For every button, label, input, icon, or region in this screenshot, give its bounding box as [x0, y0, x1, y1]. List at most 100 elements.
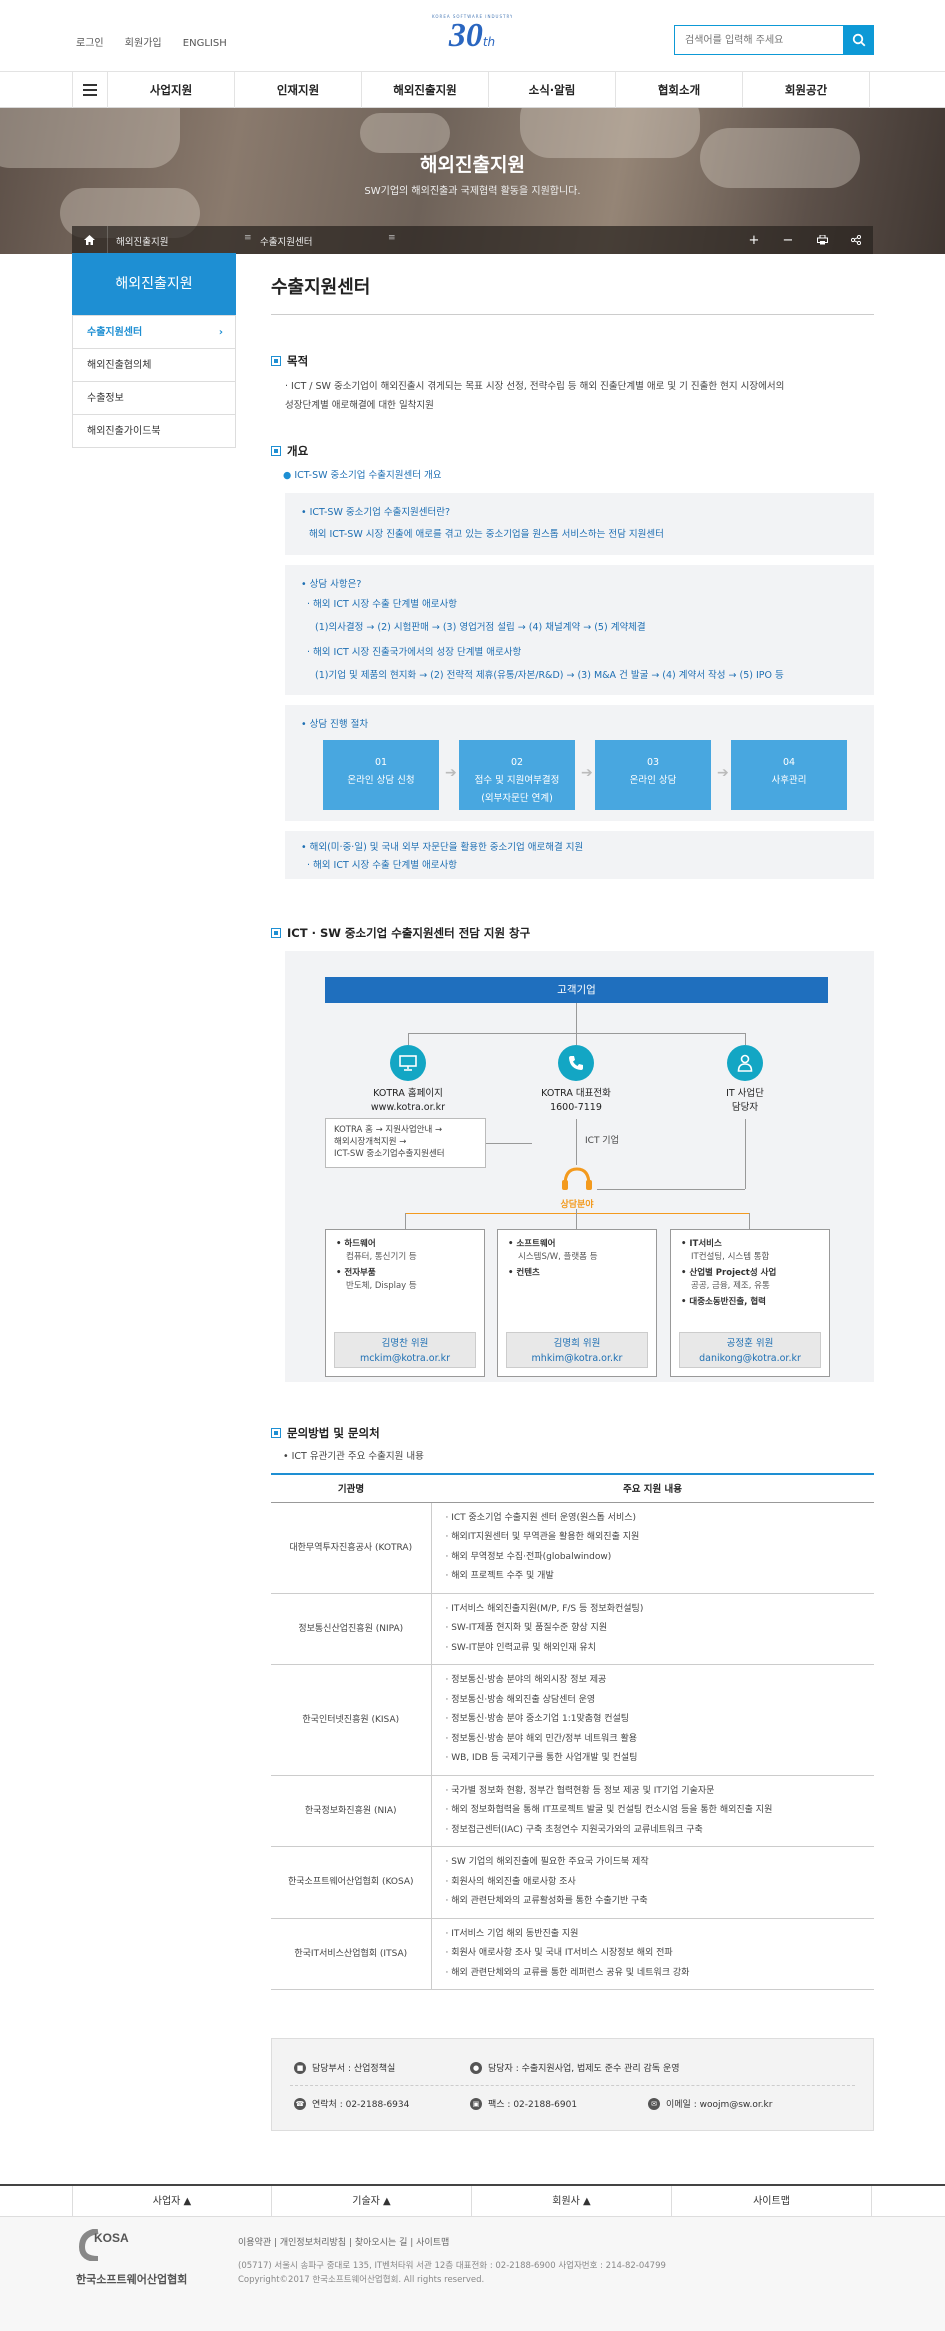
- overview-item-1-detail: (1)의사결정 → (2) 시험판매 → (3) 영업거점 설립 → (4) 채…: [315, 622, 646, 633]
- footer-nav-tech[interactable]: 기술자 ▲: [272, 2186, 472, 2217]
- menu-button[interactable]: [72, 72, 108, 108]
- join-link[interactable]: 회원가입: [125, 38, 162, 49]
- bullet-icon: ●: [283, 470, 295, 481]
- org-name-cell: 한국인터넷진흥원 (KISA): [271, 1664, 432, 1776]
- nav-item-members[interactable]: 회원공간: [743, 72, 870, 108]
- path-line-3: ICT-SW 중소기업수출지원센터: [334, 1149, 445, 1159]
- step-label: 접수 및 지원여부결정: [474, 775, 560, 786]
- home-icon: [84, 235, 95, 245]
- search-box: [674, 25, 874, 55]
- main-content: 수출지원센터 목적 · ICT / SW 중소기업이 해외진출시 겪게되는 목표…: [271, 253, 874, 2131]
- footer-org-name: 한국소프트웨어산업협회: [76, 2273, 188, 2286]
- share-icon[interactable]: [839, 226, 873, 254]
- purpose-line-2: 성장단계별 애로해결에 대한 일착지원: [285, 400, 434, 411]
- nav-item-news[interactable]: 소식·알림: [489, 72, 616, 108]
- sidebar-item-council[interactable]: 해외진출협의체: [73, 348, 235, 381]
- connector-line: [576, 1209, 577, 1229]
- breadcrumb-dropdown-icon[interactable]: ≡: [244, 233, 252, 243]
- breadcrumb-dropdown-icon[interactable]: ≡: [388, 233, 396, 243]
- support-item: · 회원사의 해외진출 애로사항 조사: [445, 1876, 576, 1887]
- channel-kotra-phone: KOTRA 대표전화 1600-7119: [506, 1087, 646, 1115]
- sidebar-item-guidebook[interactable]: 해외진출가이드북: [73, 414, 235, 447]
- support-item: · SW-IT분야 인력교류 및 해외인재 유치: [445, 1642, 596, 1653]
- zoom-in-icon[interactable]: +: [737, 226, 771, 254]
- support-item: · 정보통신·방송 분야 중소기업 1:1맞춤형 컨설팅: [445, 1714, 630, 1724]
- breadcrumb-level2[interactable]: 수출지원센터: [260, 234, 312, 248]
- channel-sub: 1600-7119: [550, 1102, 602, 1113]
- section-heading-diagram: ICT · SW 중소기업 수출지원센터 전담 지원 창구: [271, 925, 530, 941]
- info-email-text[interactable]: 이메일 : woojm@sw.or.kr: [666, 2097, 772, 2110]
- headset-icon: [559, 1165, 595, 1193]
- page-title: 수출지원센터: [271, 253, 874, 315]
- info-tel-text: 연락처 : 02-2188-6934: [312, 2100, 410, 2110]
- footer-nav-members[interactable]: 회원사 ▲: [472, 2186, 672, 2217]
- support-item: · IT서비스 해외진출지원(M/P, F/S 등 정보화컨설팅): [445, 1603, 644, 1614]
- nav-list: 사업지원 인재지원 해외진출지원 소식·알림 협회소개 회원공간: [108, 72, 870, 108]
- channel-sub: www.kotra.or.kr: [370, 1102, 446, 1113]
- home-button[interactable]: [72, 226, 108, 254]
- info-dept-text: 담당부서 : 산업정책실: [312, 2064, 396, 2074]
- contact-email[interactable]: danikong@kotra.or.kr: [680, 1351, 820, 1366]
- contact-email[interactable]: mhkim@kotra.or.kr: [507, 1351, 647, 1366]
- support-item: · ICT 중소기업 수출지원 센터 운영(원스톱 서비스): [445, 1512, 637, 1523]
- field-heading: • 대중소동반진출, 협력: [681, 1297, 766, 1307]
- print-icon[interactable]: [805, 226, 839, 254]
- overview-item-2-detail: (1)기업 및 제품의 현지화 → (2) 전략적 제휴(유통/자본/R&D) …: [315, 670, 784, 681]
- connector-line: [405, 1213, 749, 1214]
- nav-item-business[interactable]: 사업지원: [108, 72, 235, 108]
- nav-item-overseas[interactable]: 해외진출지원: [362, 72, 489, 108]
- support-item: · IT서비스 기업 해외 동반진출 지원: [445, 1928, 579, 1939]
- path-line-1: KOTRA 홈 → 지원사업안내 →: [334, 1125, 443, 1135]
- support-item: · 해외 무역정보 수집·전파(globalwindow): [445, 1551, 612, 1562]
- site-logo[interactable]: KOREA SOFTWARE INDUSTRY ASSOCIATION 30th: [432, 14, 512, 64]
- hamburger-line: [83, 94, 97, 96]
- consult-field-label: 상담분야: [560, 1200, 594, 1210]
- support-item: · 정보접근센터(IAC) 구축 초청연수 지원국가와의 교류네트워크 구축: [445, 1824, 703, 1835]
- connector-line: [576, 1003, 577, 1033]
- contact-card[interactable]: 공정훈 위원 danikong@kotra.or.kr: [679, 1332, 821, 1368]
- connector-line: [408, 1033, 409, 1045]
- breadcrumb: 해외진출지원 ≡ 수출지원센터 ≡ + −: [72, 226, 873, 254]
- login-link[interactable]: 로그인: [76, 38, 104, 49]
- support-diagram: 고객기업 KOTRA 홈페이지 www.kotra.or.kr KOTRA 대표전…: [285, 951, 874, 1382]
- sidebar: 해외진출지원 수출지원센터 › 해외진출협의체 수출정보 해외진출가이드북: [72, 253, 236, 448]
- support-item: · 국가별 정보화 현황, 정부간 협력현황 등 정보 제공 및 IT기업 기술…: [445, 1785, 715, 1796]
- logo-suffix: th: [482, 35, 496, 49]
- search-input[interactable]: [675, 26, 843, 54]
- search-icon: [852, 33, 865, 47]
- table-header-row: 기관명 주요 지원 내용: [271, 1473, 874, 1503]
- field-detail: 시스템S/W, 플랫폼 등: [518, 1252, 598, 1262]
- field-heading: • 컨텐츠: [508, 1268, 540, 1278]
- chevron-right-icon: ›: [218, 327, 223, 338]
- footer-nav-list: 사업자 ▲ 기술자 ▲ 회원사 ▲ 사이트맵: [72, 2186, 945, 2217]
- logo-number: 30: [448, 17, 483, 54]
- zoom-out-icon[interactable]: −: [771, 226, 805, 254]
- process-step-4: 04 사후관리: [731, 740, 847, 810]
- breadcrumb-level1[interactable]: 해외진출지원: [116, 234, 168, 248]
- contact-card[interactable]: 김명희 위원 mhkim@kotra.or.kr: [506, 1332, 648, 1368]
- path-line-2: 해외시장개척지원 →: [334, 1137, 407, 1147]
- table-header-content: 주요 지원 내용: [431, 1473, 874, 1503]
- footer-nav-business[interactable]: 사업자 ▲: [72, 2186, 272, 2217]
- nav-item-talent[interactable]: 인재지원: [235, 72, 362, 108]
- overview-box-1: • ICT-SW 중소기업 수출지원센터란? 해외 ICT-SW 시장 진출에 …: [285, 493, 874, 555]
- connector-line: [405, 1213, 406, 1229]
- support-table-wrap: 기관명 주요 지원 내용 대한무역투자진흥공사 (KOTRA) · ICT 중소기…: [271, 1473, 874, 1990]
- step-number: 01: [374, 757, 388, 768]
- footer-nav-sitemap[interactable]: 사이트맵: [672, 2186, 872, 2217]
- top-header: 로그인 회원가입 ENGLISH KOREA SOFTWARE INDUSTRY…: [0, 0, 945, 72]
- contact-card[interactable]: 김명찬 위원 mckim@kotra.or.kr: [334, 1332, 476, 1368]
- org-name-cell: 한국소프트웨어산업협회 (KOSA): [271, 1846, 432, 1919]
- monitor-icon: [390, 1045, 426, 1081]
- contact-email[interactable]: mckim@kotra.or.kr: [335, 1351, 475, 1366]
- sidebar-item-export-center[interactable]: 수출지원센터 ›: [73, 315, 235, 348]
- support-item: · SW-IT제품 현지화 및 품질수준 향상 지원: [445, 1623, 608, 1633]
- process-step-3: 03 온라인 상담: [595, 740, 711, 810]
- sidebar-item-export-info[interactable]: 수출정보: [73, 381, 235, 414]
- nav-item-about[interactable]: 협회소개: [616, 72, 743, 108]
- english-link[interactable]: ENGLISH: [183, 38, 227, 49]
- search-button[interactable]: [843, 25, 874, 55]
- channel-kotra-web[interactable]: KOTRA 홈페이지 www.kotra.or.kr: [338, 1087, 478, 1115]
- section-heading-overview: 개요: [271, 443, 308, 459]
- footer-links[interactable]: 이용약관 | 개인정보처리방침 | 찾아오시는 길 | 사이트맵: [238, 2235, 449, 2248]
